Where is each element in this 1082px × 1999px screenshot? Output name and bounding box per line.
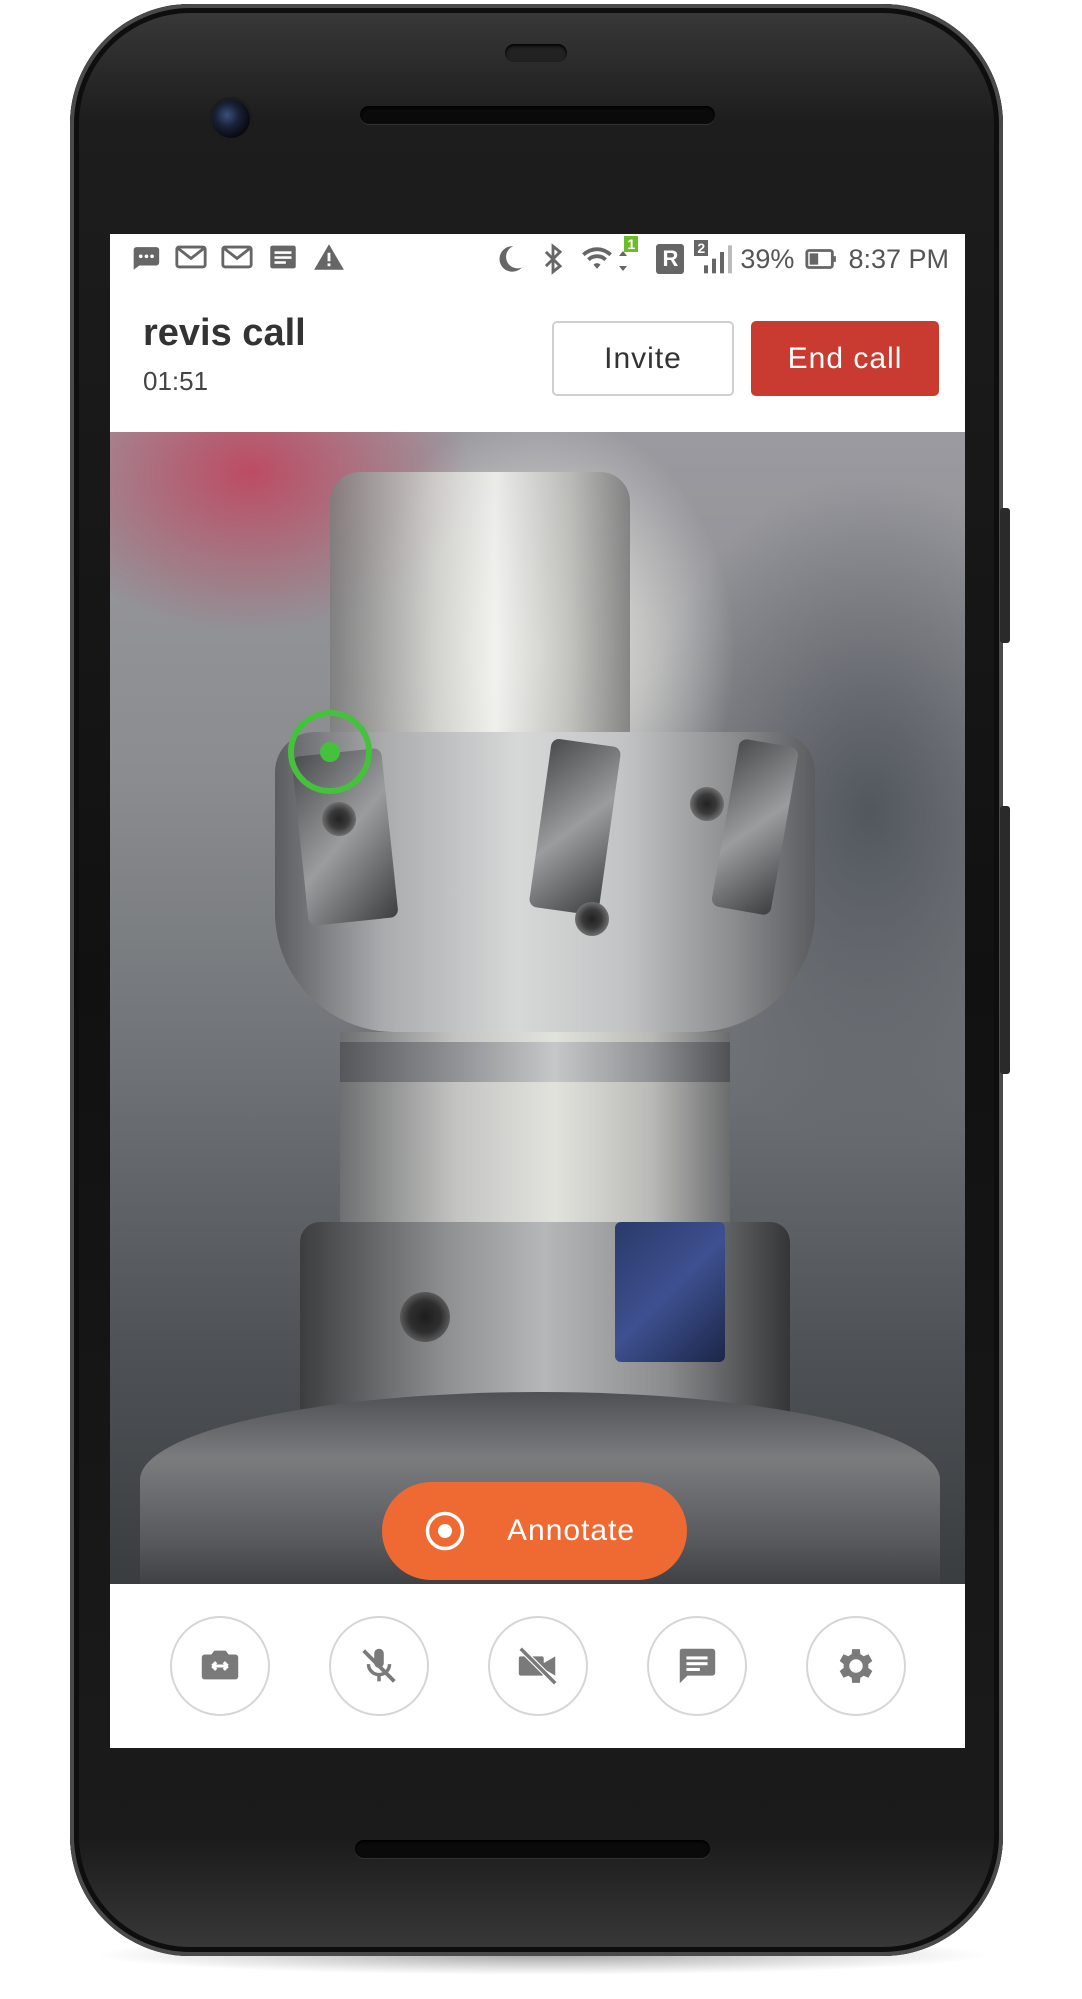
call-timer: 01:51 [143,366,209,396]
video-holder-screw [400,1292,450,1342]
video-screw [575,902,609,936]
settings-button[interactable] [806,1616,906,1716]
mic-off-icon [362,1648,396,1683]
wifi-icon [582,247,613,269]
call-header: revis call 01:51 Invite End call [110,284,965,432]
chat-button[interactable] [647,1616,747,1716]
moon-icon [499,246,523,272]
earpiece [505,44,567,62]
end-call-button[interactable]: End call [751,321,939,396]
volume-rocker [1000,806,1010,1074]
chat-icon [679,1648,716,1684]
front-camera [212,100,250,138]
annotation-pointer-dot [320,742,340,762]
videocam-off-icon [518,1646,558,1686]
mute-microphone-button[interactable] [329,1616,429,1716]
signal-indicator: 2 [694,240,733,278]
system-status: 1 R 2 39% 8:37 PM [492,236,949,278]
phone-screen: 1 R 2 39% 8:37 PM revis call 01:51 Invit… [110,234,965,1748]
news-icon [270,245,296,269]
video-off-button[interactable] [488,1616,588,1716]
wifi-indicator: 1 [580,236,640,278]
warning-icon [314,244,344,270]
roaming-badge: R [656,244,685,274]
invite-button[interactable]: Invite [552,321,734,396]
video-screw [322,802,356,836]
notification-icons [128,240,346,274]
power-button [1000,508,1010,643]
target-icon [425,1511,465,1551]
switch-camera-button[interactable] [170,1616,270,1716]
switch-camera-icon [201,1650,239,1680]
status-bar: 1 R 2 39% 8:37 PM [110,234,965,284]
data-badge: 1 [624,236,639,252]
gmail-icon [221,245,253,269]
gear-icon [839,1649,873,1683]
video-screw [690,787,724,821]
top-speaker-grille [360,106,715,124]
signal-icon [704,245,733,274]
call-title: revis call [143,312,306,354]
sms-icon [133,247,160,270]
annotate-label: Annotate [507,1514,636,1547]
bottom-speaker-grille [355,1840,710,1858]
call-controls [110,1584,965,1748]
annotate-button[interactable]: Annotate [382,1482,687,1580]
bluetooth-icon [545,243,563,275]
video-collar-band [340,1042,730,1082]
video-drive-key [615,1222,725,1362]
battery-icon [805,249,837,269]
clock: 8:37 PM [848,244,949,274]
gmail-icon [175,245,207,269]
battery-percent: 39% [740,244,795,274]
video-feed[interactable] [110,432,965,1584]
